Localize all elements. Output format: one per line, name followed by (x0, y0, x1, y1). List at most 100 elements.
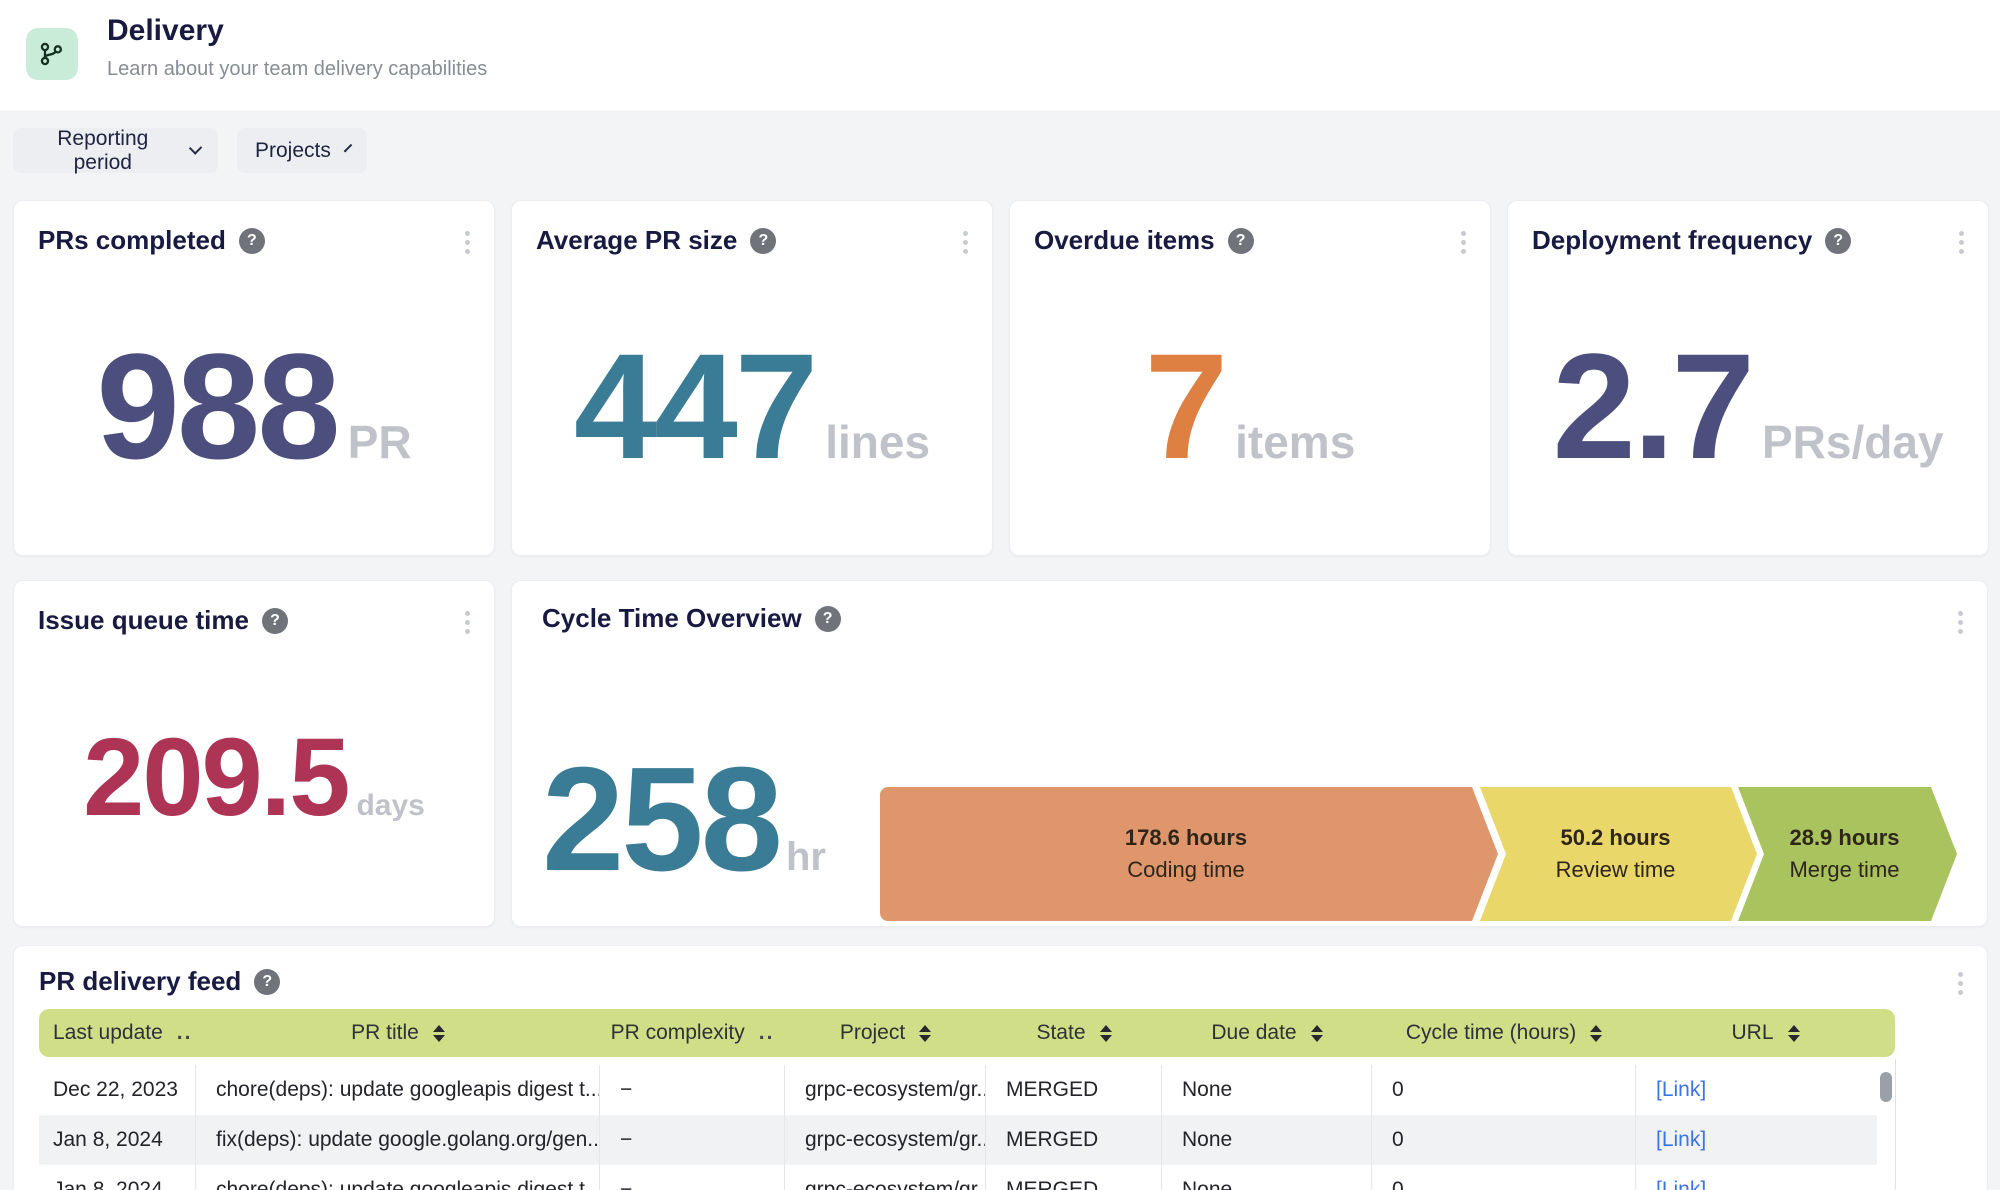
reporting-period-label: Reporting period (31, 127, 175, 175)
column-label: Due date (1211, 1021, 1296, 1045)
segment-hours: 178.6 hours (1125, 825, 1247, 851)
kpi-value: 2.7 (1552, 322, 1752, 490)
table-cell: chore(deps): update googleapis digest t.… (196, 1165, 600, 1190)
table-scrollbar-thumb[interactable] (1880, 1072, 1892, 1102)
cycle-time-overview-card: Cycle Time Overview ? 258hr 178.6 hours C… (511, 580, 1988, 927)
table-cell: grpc-ecosystem/gr... (785, 1065, 986, 1115)
table-scrollbar-track (1877, 1059, 1896, 1190)
kpi-value: 988 (96, 322, 337, 490)
issue-queue-time-card: Issue queue time ? 209.5days (13, 580, 495, 927)
kebab-menu-icon[interactable] (961, 229, 970, 256)
projects-label: Projects (255, 139, 331, 163)
kebab-menu-icon[interactable] (1957, 229, 1966, 256)
kpi-unit: PRs/day (1762, 416, 1944, 468)
sort-icon (919, 1025, 931, 1042)
sort-icon (433, 1025, 445, 1042)
table-cell: grpc-ecosystem/gr... (785, 1115, 986, 1165)
table-cell: MERGED (986, 1065, 1162, 1115)
help-icon[interactable]: ? (239, 228, 265, 254)
cycle-time-unit: hr (786, 835, 826, 879)
projects-dropdown[interactable]: Projects (237, 128, 367, 173)
table-cell: None (1162, 1165, 1372, 1190)
sort-icon (1100, 1025, 1112, 1042)
column-header-pr-complexity[interactable]: PR complexity.. (600, 1009, 785, 1057)
delivery-dashboard: Delivery Learn about your team delivery … (0, 0, 2000, 1190)
help-icon[interactable]: ? (750, 228, 776, 254)
column-header-last-update[interactable]: Last update.. (39, 1009, 196, 1057)
kpi-card-deployment-frequency: Deployment frequency ? 2.7PRs/day (1507, 200, 1989, 556)
kebab-menu-icon[interactable] (463, 229, 472, 256)
table-cell: − (600, 1065, 785, 1115)
page-subtitle: Learn about your team delivery capabilit… (107, 58, 487, 81)
column-label: URL (1731, 1021, 1773, 1045)
kpi-value: 447 (574, 322, 815, 490)
segment-hours: 28.9 hours (1789, 825, 1899, 851)
pr-link[interactable]: [Link] (1636, 1165, 1895, 1190)
column-label: PR title (351, 1021, 419, 1045)
help-icon[interactable]: ? (815, 606, 841, 632)
kebab-menu-icon[interactable] (1459, 229, 1468, 256)
table-cell: Dec 22, 2023 (39, 1065, 196, 1115)
table-cell: MERGED (986, 1115, 1162, 1165)
cycle-segment-coding-time: 178.6 hours Coding time (880, 787, 1498, 921)
top-bar: Delivery Learn about your team delivery … (0, 0, 2000, 112)
table-cell: MERGED (986, 1165, 1162, 1190)
help-icon[interactable]: ? (1228, 228, 1254, 254)
kpi-unit: lines (825, 416, 930, 468)
sort-icon (1788, 1025, 1800, 1042)
segment-label: Merge time (1789, 857, 1899, 883)
pr-delivery-feed-card: PR delivery feed ? Last update..PR title… (13, 945, 1988, 1190)
table-cell: chore(deps): update googleapis digest t.… (196, 1065, 600, 1115)
kpi-card-overdue-items: Overdue items ? 7items (1009, 200, 1491, 556)
kpi-value: 7 (1145, 322, 1225, 490)
pr-link[interactable]: [Link] (1636, 1115, 1895, 1165)
kebab-menu-icon[interactable] (1956, 970, 1965, 997)
cycle-segment-review-time: 50.2 hours Review time (1480, 787, 1757, 921)
help-icon[interactable]: ? (262, 608, 288, 634)
table-cell: None (1162, 1115, 1372, 1165)
kpi-unit: items (1235, 416, 1355, 468)
table-cell: 0 (1372, 1165, 1636, 1190)
kebab-menu-icon[interactable] (463, 609, 472, 636)
page-title: Delivery (107, 14, 224, 48)
table-cell: fix(deps): update google.golang.org/gen.… (196, 1115, 600, 1165)
pr-link[interactable]: [Link] (1636, 1065, 1895, 1115)
column-label: Last update (53, 1021, 163, 1045)
column-label: PR complexity (611, 1021, 745, 1045)
column-label: Cycle time (hours) (1406, 1021, 1576, 1045)
column-header-state[interactable]: State (986, 1009, 1162, 1057)
table-header-spacer (39, 1057, 1895, 1065)
chevron-down-icon (188, 141, 202, 155)
column-header-project[interactable]: Project (785, 1009, 986, 1057)
table-cell: 0 (1372, 1065, 1636, 1115)
table-cell: − (600, 1165, 785, 1190)
column-header-url[interactable]: URL (1636, 1009, 1895, 1057)
cycle-time-value: 258 (542, 737, 780, 902)
card-title: PRs completed (38, 225, 226, 256)
column-header-due-date[interactable]: Due date (1162, 1009, 1372, 1057)
kebab-menu-icon[interactable] (1956, 609, 1965, 636)
kpi-card-prs-completed: PRs completed ? 988PR (13, 200, 495, 556)
table-cell: − (600, 1115, 785, 1165)
card-title: Cycle Time Overview (542, 603, 802, 634)
help-icon[interactable]: ? (1825, 228, 1851, 254)
segment-label: Review time (1556, 857, 1676, 883)
issue-queue-unit: days (356, 789, 424, 822)
card-title: Issue queue time (38, 605, 249, 636)
pr-delivery-feed-table: Last update..PR titlePR complexity..Proj… (39, 1009, 1895, 1190)
help-icon[interactable]: ? (254, 969, 280, 995)
table-cell: Jan 8, 2024 (39, 1115, 196, 1165)
column-header-cycle-time-hours-[interactable]: Cycle time (hours) (1372, 1009, 1636, 1057)
segment-label: Coding time (1125, 857, 1247, 883)
column-header-pr-title[interactable]: PR title (196, 1009, 600, 1057)
sort-dots-icon: .. (177, 1021, 193, 1045)
table-cell: Jan 8, 2024 (39, 1165, 196, 1190)
sort-dots-icon: .. (759, 1021, 775, 1045)
card-title: Average PR size (536, 225, 737, 256)
table-cell: 0 (1372, 1115, 1636, 1165)
sort-icon (1590, 1025, 1602, 1042)
card-title: Overdue items (1034, 225, 1215, 256)
segment-hours: 50.2 hours (1556, 825, 1676, 851)
reporting-period-dropdown[interactable]: Reporting period (13, 128, 218, 173)
kpi-unit: PR (348, 416, 412, 468)
